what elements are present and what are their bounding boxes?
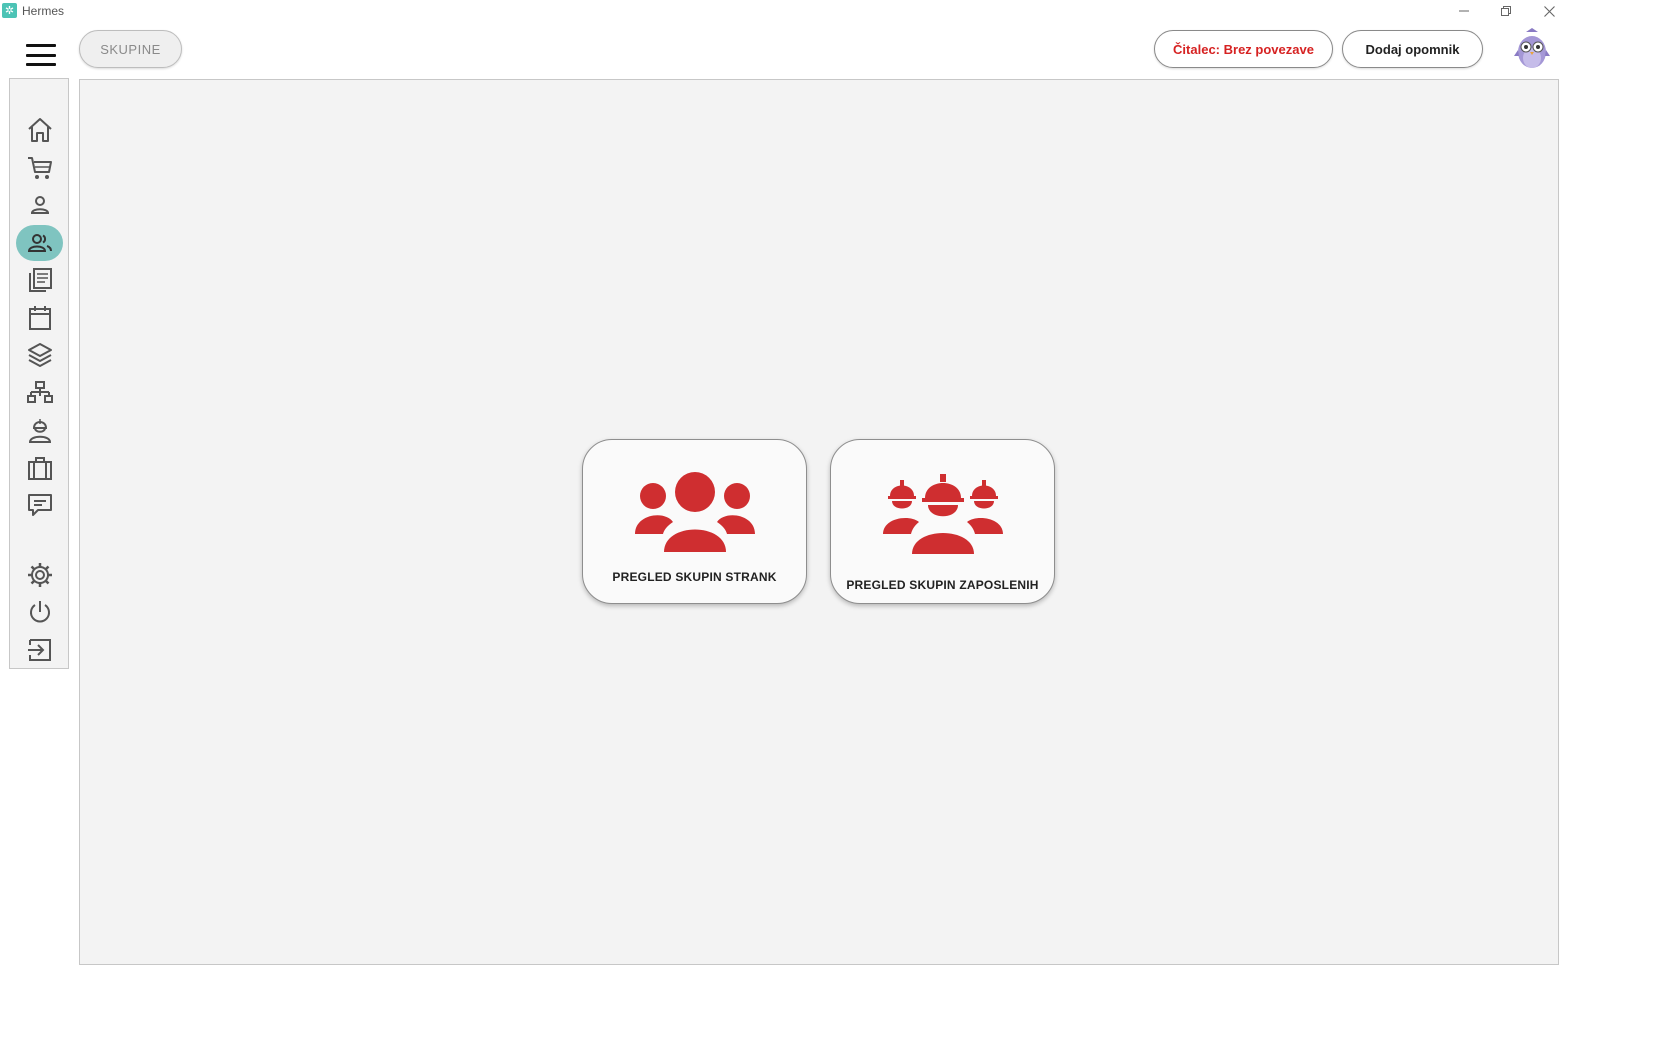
window-titlebar: ✲ Hermes [0,0,1675,22]
sidebar-item-settings[interactable] [16,557,63,593]
sidebar-item-person[interactable] [16,187,63,223]
worker-icon [28,419,51,443]
owl-avatar-icon[interactable] [1512,28,1552,70]
sidebar-item-calendar[interactable] [16,300,63,336]
sidebar-nav [9,78,69,669]
briefcase-icon [27,457,52,480]
client-group-icon [634,472,755,552]
employee-groups-card[interactable]: PREGLED SKUPIN ZAPOSLENIH [830,439,1055,604]
sidebar-item-chat[interactable] [16,487,63,523]
window-title: Hermes [22,4,65,18]
sidebar-item-documents[interactable] [16,262,63,298]
group-icon [27,234,52,252]
close-icon[interactable] [1539,2,1559,20]
power-icon [29,601,50,623]
sidebar-item-briefcase[interactable] [16,450,63,486]
sidebar-item-power[interactable] [16,594,63,630]
main-content [79,79,1559,965]
section-label-skupine: SKUPINE [79,30,182,68]
restore-icon[interactable] [1496,2,1516,20]
documents-icon [28,268,52,292]
hamburger-menu-icon[interactable] [26,44,56,66]
sidebar-item-network[interactable] [16,375,63,411]
client-groups-card[interactable]: PREGLED SKUPIN STRANK [582,439,807,604]
home-icon [27,118,52,142]
sidebar-item-worker[interactable] [16,412,63,448]
sidebar-item-home[interactable] [16,112,63,148]
network-icon [26,381,53,403]
sidebar-item-logout[interactable] [16,632,63,668]
employee-groups-label: PREGLED SKUPIN ZAPOSLENIH [846,578,1039,592]
add-reminder-button[interactable]: Dodaj opomnik [1342,30,1483,68]
chat-icon [27,494,52,516]
calendar-icon [28,306,51,330]
sidebar-item-cart[interactable] [16,150,63,186]
employee-group-hardhat-icon [882,474,1003,554]
sidebar-item-groups[interactable] [16,225,63,261]
layers-icon [27,343,52,367]
logout-icon [27,639,51,661]
minimize-icon[interactable] [1454,2,1474,20]
sidebar-item-layers[interactable] [16,337,63,373]
client-groups-label: PREGLED SKUPIN STRANK [612,570,777,584]
cart-icon [27,157,52,179]
person-icon [30,196,49,214]
reader-status-button[interactable]: Čitalec: Brez povezave [1154,30,1333,68]
app-logo-icon: ✲ [2,3,17,18]
settings-icon [27,563,52,587]
